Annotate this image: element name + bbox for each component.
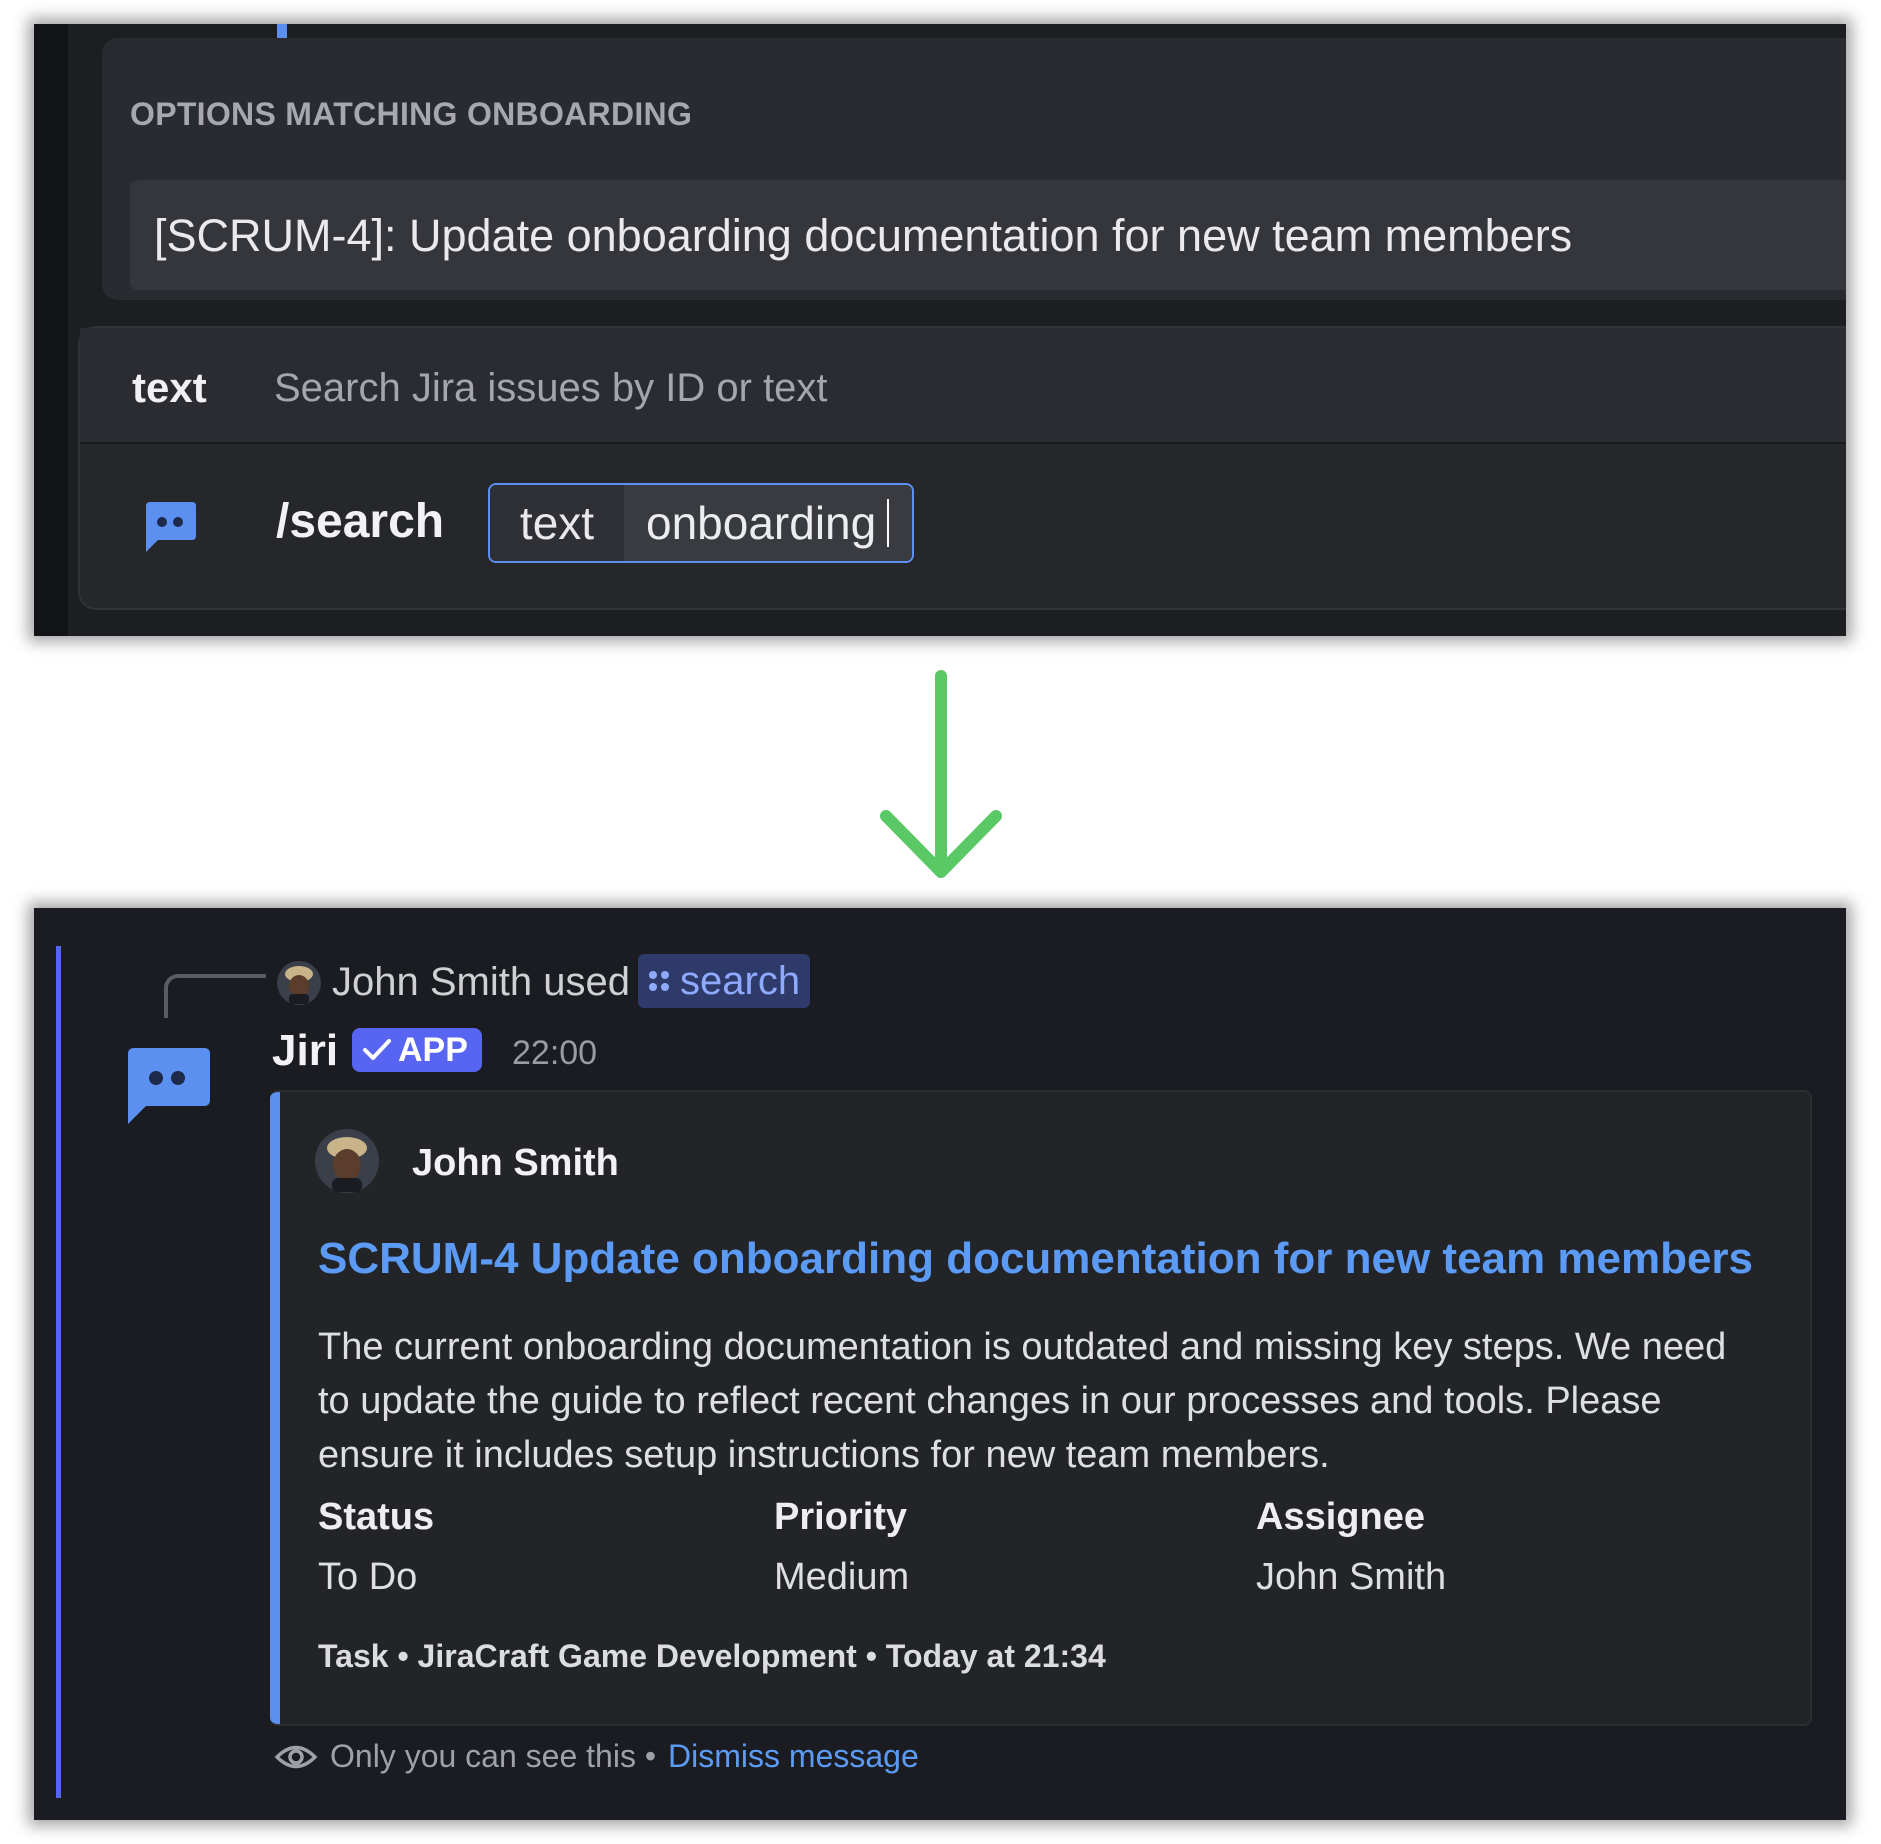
down-arrow-icon [880,670,1002,878]
interaction-summary: John Smith used [332,960,630,1005]
bot-icon [146,502,196,552]
field-assignee-value: John Smith [1256,1556,1447,1598]
autocomplete-options: OPTIONS MATCHING ONBOARDING [SCRUM-4]: U… [102,38,1846,300]
option-key: text [490,485,624,561]
command-icon [649,971,669,991]
message-composer: text Search Jira issues by ID or text /s… [78,326,1846,610]
field-priority-name: Priority [774,1496,908,1538]
option-hint: text Search Jira issues by ID or text [80,328,1846,444]
channel-sidebar-edge [34,24,68,636]
app-badge-label: APP [398,1030,468,1069]
option-hint-name: text [132,364,207,411]
command-chip-label: search [680,958,801,1003]
autocomplete-panel: OPTIONS MATCHING ONBOARDING [SCRUM-4]: U… [34,24,1846,636]
issue-embed: John Smith SCRUM-4 Update onboarding doc… [270,1090,1812,1726]
command-option-pill[interactable]: text onboarding [488,483,914,563]
dismiss-message-link[interactable]: Dismiss message [668,1738,919,1775]
ephemeral-text: Only you can see this • [330,1738,657,1774]
reply-connector [164,974,266,1018]
message-timestamp[interactable]: 22:00 [512,1034,597,1073]
embed-footer: Task • JiraCraft Game Development • Toda… [318,1638,1106,1674]
field-assignee-name: Assignee [1256,1496,1425,1538]
bot-icon[interactable] [120,1038,212,1130]
field-status-name: Status [318,1496,435,1538]
embed-color-bar [270,1092,280,1724]
embed-title-link[interactable]: SCRUM-4 Update onboarding documentation … [318,1234,1753,1284]
avatar-icon [315,1129,379,1193]
avatar-icon[interactable] [276,960,322,1006]
text-caret [887,499,889,547]
embed-author: John Smith [412,1142,619,1184]
embed-description: The current onboarding documentation is … [318,1326,1727,1476]
ephemeral-notice: Only you can see this • Dismiss message [274,1738,919,1775]
field-status-value: To Do [318,1556,418,1598]
slash-command[interactable]: /search [276,494,444,549]
app-badge: APP [352,1028,482,1072]
option-hint-description: Search Jira issues by ID or text [274,366,828,410]
command-chip[interactable]: search [638,954,811,1008]
eye-icon [274,1745,318,1768]
message-author[interactable]: Jiri [272,1026,338,1076]
field-priority-value: Medium [774,1556,910,1598]
option-value-input[interactable]: onboarding [624,485,912,561]
autocomplete-option[interactable]: [SCRUM-4]: Update onboarding documentati… [130,180,1846,290]
option-label: [SCRUM-4]: Update onboarding documentati… [154,210,1573,261]
chat-message-panel: John Smith used search Jiri APP 22:00 Jo… [34,908,1846,1820]
message-accent-line [56,946,61,1798]
interaction-user[interactable]: John Smith [332,960,532,1004]
options-header: OPTIONS MATCHING ONBOARDING [130,96,693,132]
checkmark-icon [363,1039,391,1060]
interaction-verb: used [543,960,630,1004]
